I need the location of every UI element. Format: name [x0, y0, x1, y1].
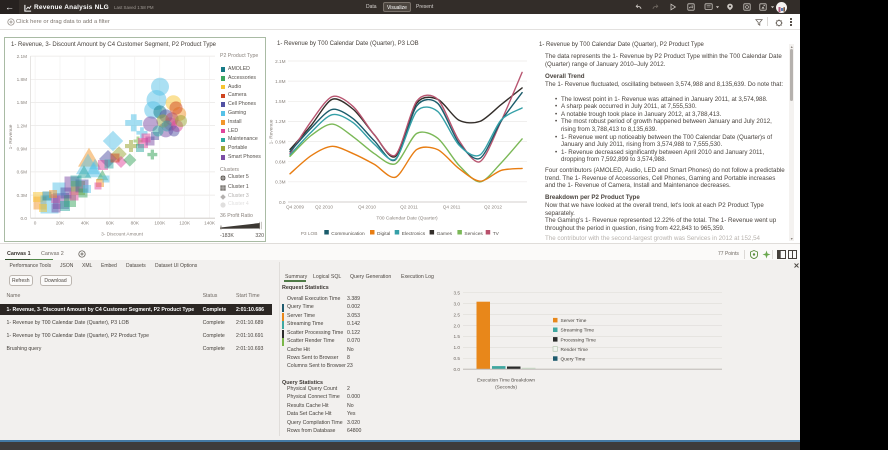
svg-text:Q2 2011: Q2 2011 [400, 205, 418, 210]
svg-text:0.9M: 0.9M [17, 147, 28, 152]
svg-text:1.0: 1.0 [453, 345, 460, 350]
svg-text:Q4 2011: Q4 2011 [443, 205, 461, 210]
svg-text:1- Revenue: 1- Revenue [8, 124, 14, 149]
svg-text:Games: Games [437, 231, 453, 237]
svg-text:0.3M: 0.3M [17, 193, 28, 198]
svg-text:2.0: 2.0 [453, 323, 460, 328]
svg-text:120K: 120K [179, 221, 191, 226]
svg-text:Query Time: Query Time [561, 357, 586, 363]
svg-text:1.8M: 1.8M [17, 77, 28, 82]
svg-text:1.5M: 1.5M [275, 99, 286, 104]
svg-text:1.8M: 1.8M [275, 79, 286, 84]
svg-text:Execution Time Breakdown: Execution Time Breakdown [477, 378, 535, 384]
svg-text:0.3M: 0.3M [275, 180, 286, 185]
svg-text:1.5: 1.5 [453, 334, 460, 339]
svg-text:60K: 60K [106, 221, 115, 226]
svg-text:1.2M: 1.2M [17, 123, 28, 128]
svg-text:2.5: 2.5 [453, 312, 460, 317]
svg-text:Services: Services [464, 231, 483, 237]
svg-text:Q4 2010: Q4 2010 [358, 205, 376, 210]
svg-text:80K: 80K [131, 221, 140, 226]
svg-text:0.6M: 0.6M [275, 160, 286, 165]
svg-text:0: 0 [34, 221, 37, 226]
svg-text:3- Discount Amount: 3- Discount Amount [101, 232, 144, 238]
svg-text:Render Time: Render Time [561, 347, 589, 353]
svg-text:Communication: Communication [331, 231, 365, 237]
svg-text:20K: 20K [56, 221, 65, 226]
svg-text:P3 LOB: P3 LOB [301, 231, 318, 237]
svg-text:(Seconds): (Seconds) [495, 385, 517, 391]
svg-text:1.5M: 1.5M [17, 100, 28, 105]
svg-text:100K: 100K [154, 221, 166, 226]
svg-text:Electronics: Electronics [402, 231, 426, 237]
svg-text:3.5: 3.5 [453, 291, 460, 296]
svg-text:T00 Calendar Date (Quarter): T00 Calendar Date (Quarter) [376, 216, 438, 222]
svg-text:1- Revenue: 1- Revenue [269, 119, 275, 144]
svg-text:0.0: 0.0 [279, 200, 286, 205]
svg-text:Q2 2012: Q2 2012 [484, 205, 502, 210]
svg-text:1.2M: 1.2M [275, 119, 286, 124]
svg-text:Q4 2009: Q4 2009 [286, 205, 304, 210]
svg-text:Digital: Digital [377, 231, 390, 237]
svg-text:0.0: 0.0 [20, 216, 27, 221]
svg-text:0.5: 0.5 [453, 356, 460, 361]
svg-text:140K: 140K [204, 221, 216, 226]
svg-text:0.9M: 0.9M [275, 139, 286, 144]
svg-text:Streaming Time: Streaming Time [561, 328, 595, 334]
svg-text:2.1M: 2.1M [275, 59, 286, 64]
svg-text:TV: TV [493, 231, 500, 237]
svg-text:0.0: 0.0 [453, 367, 460, 372]
svg-text:3.0: 3.0 [453, 301, 460, 306]
svg-text:Processing Time: Processing Time [561, 337, 597, 343]
svg-text:2.1M: 2.1M [17, 54, 28, 59]
svg-text:Server Time: Server Time [561, 318, 587, 324]
svg-text:0.6M: 0.6M [17, 170, 28, 175]
svg-text:40K: 40K [81, 221, 90, 226]
svg-text:Q2 2010: Q2 2010 [315, 205, 333, 210]
